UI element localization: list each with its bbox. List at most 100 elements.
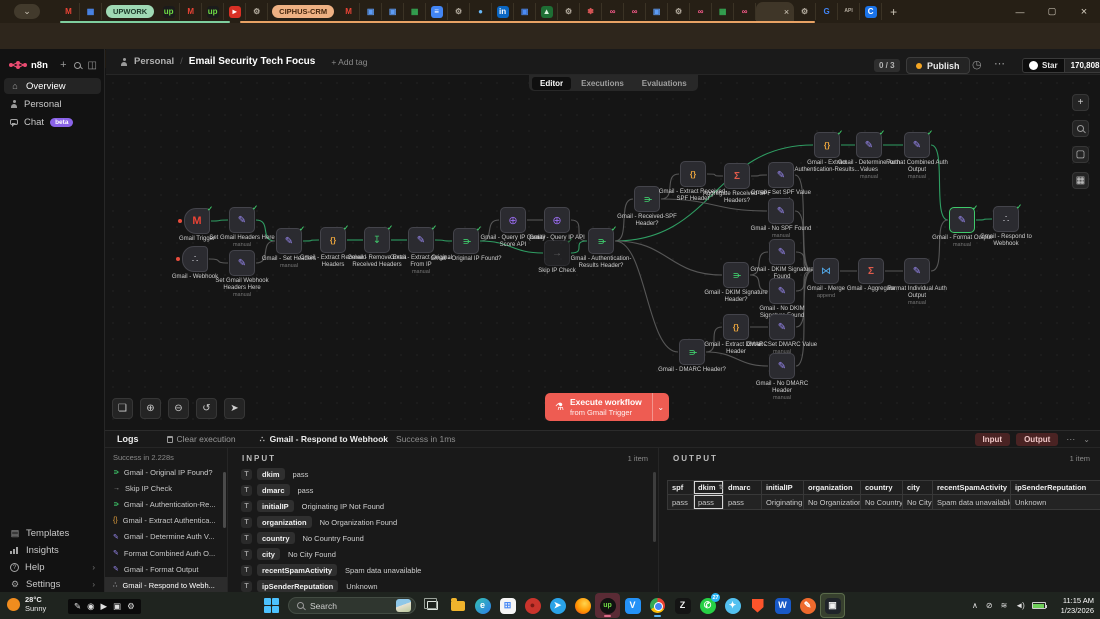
tab-linkedin[interactable]: in: [492, 3, 515, 20]
new-tab-button[interactable]: +: [890, 5, 897, 19]
input-field-row[interactable]: Tcity No City Found: [228, 546, 658, 562]
window-minimize-button[interactable]: —: [1004, 0, 1036, 23]
log-list-item[interactable]: → Skip IP Check: [105, 480, 227, 496]
logs-menu-dots[interactable]: ⋯: [1066, 434, 1075, 445]
tidy-up-button[interactable]: ➤: [224, 398, 245, 419]
taskbar-app-orange-pen-app[interactable]: ✎: [795, 593, 820, 618]
output-col-organization[interactable]: organization: [804, 480, 861, 495]
gear-icon[interactable]: ⚙: [127, 601, 135, 612]
node-18[interactable]: {} ✓: [814, 130, 843, 158]
sidebar-item-personal[interactable]: Personal: [4, 96, 101, 112]
volume-icon[interactable]: ◄): [1015, 601, 1025, 610]
wifi-icon[interactable]: ≋: [1001, 601, 1008, 610]
sidebar-search-icon[interactable]: [73, 61, 81, 69]
tab-executions[interactable]: Executions: [573, 77, 632, 90]
node-7[interactable]: ✎ ✓: [408, 225, 437, 253]
tab-n8n[interactable]: ∞: [690, 3, 713, 20]
output-col-dmarc[interactable]: dmarc: [724, 480, 762, 495]
output-cell-ipSenderReputation[interactable]: Unknown: [1011, 495, 1100, 510]
node-20[interactable]: ✎ ✓: [904, 130, 933, 158]
logs-collapse-chevron[interactable]: ⌄: [1083, 435, 1090, 444]
tab-sheets[interactable]: ▦: [404, 3, 427, 20]
node-14[interactable]: {}: [680, 161, 706, 187]
workflow-canvas[interactable]: M ✓ Gmail Trigger ✎ ✓ Set Gmail Headers Here m…: [105, 75, 1100, 430]
zoom-in-button[interactable]: ⊕: [140, 398, 161, 419]
node-0[interactable]: M ✓: [178, 206, 213, 234]
tab-gmail[interactable]: M: [338, 3, 361, 20]
output-col-initialIP[interactable]: initialIP: [762, 480, 804, 495]
node-19[interactable]: ✎ ✓: [856, 130, 885, 158]
log-list-item[interactable]: {} Gmail - Extract Authentica...: [105, 513, 227, 529]
taskbar-app-red-app[interactable]: ●: [520, 593, 545, 618]
sidebar-item-chat[interactable]: Chat beta: [4, 114, 101, 130]
sidebar-item-insights[interactable]: Insights: [4, 542, 101, 558]
tab-upwork[interactable]: up: [202, 3, 225, 20]
node-27[interactable]: ✎: [769, 353, 795, 379]
node-12[interactable]: ⋔ ✓: [588, 226, 617, 254]
canvas-layout-button[interactable]: ▦: [1072, 172, 1089, 189]
node-31[interactable]: ✎ ✓: [949, 205, 978, 233]
output-col-city[interactable]: city: [903, 480, 933, 495]
sidebar-item-templates[interactable]: ▤ Templates: [4, 525, 101, 541]
logs-scrollbar[interactable]: [223, 472, 226, 528]
tab-group-upwork[interactable]: UPWORK: [106, 5, 155, 18]
window-maximize-button[interactable]: ▢: [1036, 0, 1068, 23]
camera-icon[interactable]: ◉: [87, 601, 94, 612]
publish-button[interactable]: Publish: [906, 57, 970, 74]
tab-evaluations[interactable]: Evaluations: [634, 77, 695, 90]
input-field-row[interactable]: TinitialIP Originating IP Not Found: [228, 498, 658, 514]
output-cell-country[interactable]: No Country Found: [861, 495, 903, 510]
node-4[interactable]: ✎ ✓: [276, 226, 305, 254]
node-6[interactable]: ↧ ✓: [364, 225, 393, 253]
zoom-out-button[interactable]: ⊖: [168, 398, 189, 419]
layers-icon[interactable]: ▣: [113, 601, 121, 612]
tab-green-tree-app[interactable]: ▲: [536, 3, 559, 20]
start-button[interactable]: [264, 598, 279, 613]
output-col-dkim[interactable]: dkim ⇅: [694, 480, 724, 495]
taskbar-app-word[interactable]: W: [770, 593, 795, 618]
log-list-item[interactable]: ⋔ Gmail - Original IP Found?: [105, 464, 227, 480]
taskbar-app-ms-store[interactable]: ⊞: [495, 593, 520, 618]
output-col-country[interactable]: country: [861, 480, 903, 495]
execute-dropdown-chevron[interactable]: ⌄: [651, 393, 669, 421]
canvas-sticky-note-button[interactable]: ▢: [1072, 146, 1089, 163]
github-star-widget[interactable]: Star 170,808: [1022, 58, 1100, 73]
canvas-search-button[interactable]: [1072, 120, 1089, 137]
tab-gmail[interactable]: M: [180, 3, 203, 20]
fit-view-button[interactable]: ❏: [112, 398, 133, 419]
output-toggle-button[interactable]: Output: [1016, 432, 1059, 446]
window-close-button[interactable]: ×: [1068, 0, 1100, 23]
tab-blue-photos-app[interactable]: ▣: [514, 3, 537, 20]
output-col-ipSenderReputation[interactable]: ipSenderReputation: [1011, 480, 1100, 495]
pen-icon[interactable]: ✎: [74, 601, 81, 612]
tab-settings-gear[interactable]: ⚙: [448, 3, 471, 20]
taskbar-app-edge-browser[interactable]: e: [470, 593, 495, 618]
tab-calendar[interactable]: ▣: [360, 3, 383, 20]
taskbar-clock[interactable]: 11:15 AM 1/23/2026: [1061, 596, 1094, 616]
tab-google[interactable]: G: [816, 3, 839, 20]
node-1[interactable]: ✎ ✓: [229, 205, 258, 233]
tab-blue-globe-app[interactable]: ●: [470, 3, 493, 20]
output-col-recentSpamActivity[interactable]: recentSpamActivity: [933, 480, 1011, 495]
node-30[interactable]: ✎: [904, 258, 930, 284]
tab-settings-gear[interactable]: ⚙: [794, 3, 817, 20]
hidden-icons-chevron[interactable]: ∧: [972, 601, 978, 610]
sidebar-item-help[interactable]: ? Help ›: [4, 559, 101, 575]
tab-red-flower-app[interactable]: ✽: [580, 3, 603, 20]
node-9[interactable]: ⊕: [500, 207, 526, 233]
canvas-add-node-button[interactable]: +: [1072, 94, 1089, 111]
sidebar-collapse-icon[interactable]: ◫: [88, 60, 97, 71]
breadcrumb-project[interactable]: Personal: [134, 56, 174, 67]
video-icon[interactable]: ▶: [101, 601, 108, 612]
taskbar-search[interactable]: Search: [288, 597, 416, 614]
node-15[interactable]: Σ: [724, 163, 750, 189]
output-cell-dkim[interactable]: pass: [694, 495, 724, 510]
tab-calendar[interactable]: ▣: [382, 3, 405, 20]
tab-close-icon[interactable]: ×: [784, 7, 789, 17]
input-field-row[interactable]: Tdkim pass: [228, 466, 658, 482]
tab-blue-c-app[interactable]: C: [860, 3, 883, 20]
disabled-status-icon[interactable]: ⊘: [986, 601, 993, 610]
log-list-item[interactable]: ⋔ Gmail - Authentication-Re...: [105, 496, 227, 512]
add-tag-button[interactable]: + Add tag: [331, 57, 367, 67]
output-cell-initialIP[interactable]: Originating IP Not Found: [762, 495, 804, 510]
